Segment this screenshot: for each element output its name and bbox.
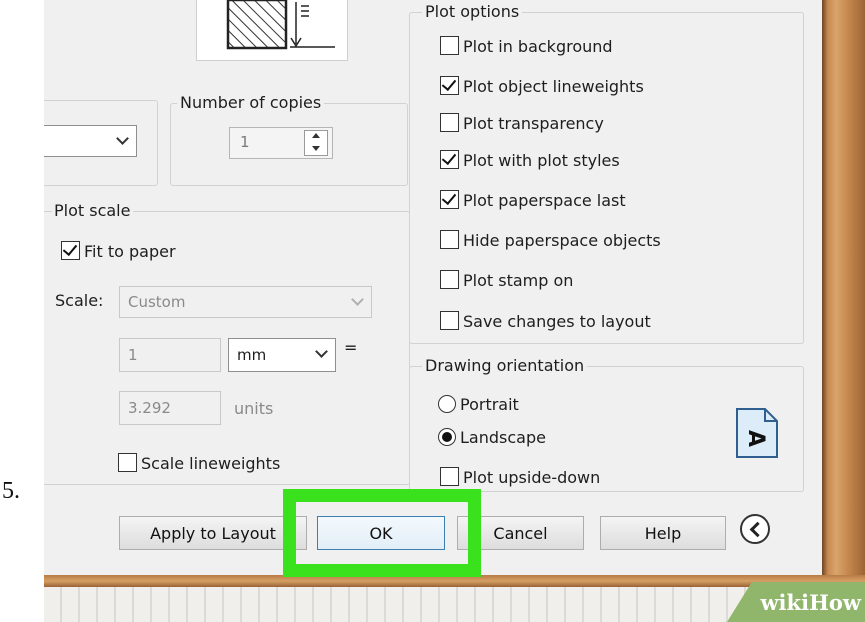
- plot-upside-down-label: Plot upside-down: [463, 468, 601, 487]
- watermark-part2: How: [809, 589, 861, 615]
- unit-select-value: mm: [237, 346, 267, 364]
- plot-option-check[interactable]: [440, 36, 459, 55]
- chevron-down-icon: [315, 345, 328, 358]
- scale-lineweights-check[interactable]: [118, 453, 137, 472]
- scale-lineweights-checkbox[interactable]: Scale lineweights: [118, 453, 280, 473]
- monitor-frame: [822, 0, 865, 582]
- spin-down-icon[interactable]: [312, 146, 320, 151]
- plot-option-checkbox[interactable]: Plot transparency: [440, 113, 604, 133]
- plot-option-checkbox[interactable]: Plot stamp on: [440, 270, 573, 290]
- copies-value: 1: [240, 133, 250, 151]
- screenshot-photo: Number of copies 1 Plot scale Fit to pap…: [44, 0, 865, 622]
- portrait-radio[interactable]: Portrait: [438, 395, 519, 414]
- scale-label: Scale:: [55, 291, 104, 310]
- plot-option-label: Plot object lineweights: [463, 77, 644, 96]
- plot-option-check[interactable]: [440, 113, 459, 132]
- plot-options-label: Plot options: [422, 3, 523, 21]
- ok-highlight-box: [283, 489, 481, 577]
- plot-option-check[interactable]: [440, 190, 459, 209]
- help-button[interactable]: Help: [600, 516, 726, 550]
- drawing-orientation-label: Drawing orientation: [422, 357, 588, 375]
- chevron-left-icon[interactable]: [740, 514, 770, 544]
- fit-to-paper-label: Fit to paper: [84, 242, 176, 261]
- paper-preview-icon: [196, 0, 348, 61]
- scale-select[interactable]: Custom: [119, 286, 372, 318]
- copies-spin-buttons[interactable]: [304, 130, 328, 156]
- copies-label: Number of copies: [177, 94, 325, 112]
- scale-select-value: Custom: [128, 293, 186, 311]
- landscape-orientation-icon: A: [734, 406, 780, 460]
- apply-to-layout-button[interactable]: Apply to Layout: [119, 516, 307, 550]
- copies-spinner[interactable]: 1: [229, 127, 333, 159]
- plot-option-label: Hide paperspace objects: [463, 231, 661, 250]
- plot-option-checkbox[interactable]: Plot with plot styles: [440, 150, 620, 170]
- fit-to-paper-checkbox[interactable]: Fit to paper: [61, 241, 176, 261]
- landscape-radio-dot[interactable]: [438, 428, 456, 446]
- plot-options-group: [409, 12, 804, 344]
- scale-lineweights-label: Scale lineweights: [141, 454, 281, 473]
- equals-sign: =: [344, 338, 358, 357]
- plot-option-label: Plot with plot styles: [463, 151, 620, 170]
- watermark-part1: wiki: [760, 589, 810, 615]
- scale-value-1[interactable]: 1: [119, 338, 221, 372]
- plot-option-checkbox[interactable]: Plot paperspace last: [440, 190, 626, 210]
- landscape-radio[interactable]: Landscape: [438, 428, 546, 447]
- chevron-down-icon: [116, 132, 129, 145]
- plot-option-check[interactable]: [440, 230, 459, 249]
- plot-option-check[interactable]: [440, 76, 459, 95]
- units-label: units: [234, 399, 274, 418]
- step-number: 5.: [2, 478, 20, 504]
- plot-upside-down-check[interactable]: [440, 467, 459, 486]
- fit-to-paper-check[interactable]: [61, 241, 80, 260]
- plot-option-check[interactable]: [440, 311, 459, 330]
- plot-option-check[interactable]: [440, 150, 459, 169]
- plot-option-label: Plot stamp on: [463, 271, 574, 290]
- plot-option-label: Plot paperspace last: [463, 191, 626, 210]
- paper-size-dropdown[interactable]: [44, 125, 137, 157]
- plot-option-checkbox[interactable]: Hide paperspace objects: [440, 230, 661, 250]
- scale-value-2[interactable]: 3.292: [119, 391, 221, 425]
- landscape-label: Landscape: [460, 428, 546, 447]
- plot-upside-down-checkbox[interactable]: Plot upside-down: [440, 467, 600, 487]
- plot-option-label: Plot transparency: [463, 114, 604, 133]
- unit-select[interactable]: mm: [228, 338, 336, 372]
- chevron-down-icon: [351, 293, 364, 306]
- plot-option-label: Save changes to layout: [463, 312, 651, 331]
- plot-option-checkbox[interactable]: Save changes to layout: [440, 311, 651, 331]
- plot-option-checkbox[interactable]: Plot object lineweights: [440, 76, 644, 96]
- plot-scale-label: Plot scale: [52, 202, 134, 220]
- plot-option-checkbox[interactable]: Plot in background: [440, 36, 613, 56]
- orientation-glyph: A: [743, 429, 769, 448]
- portrait-label: Portrait: [460, 395, 519, 414]
- plot-option-label: Plot in background: [463, 37, 613, 56]
- portrait-radio-dot[interactable]: [438, 395, 456, 413]
- spin-up-icon[interactable]: [312, 133, 320, 138]
- plot-option-check[interactable]: [440, 270, 459, 289]
